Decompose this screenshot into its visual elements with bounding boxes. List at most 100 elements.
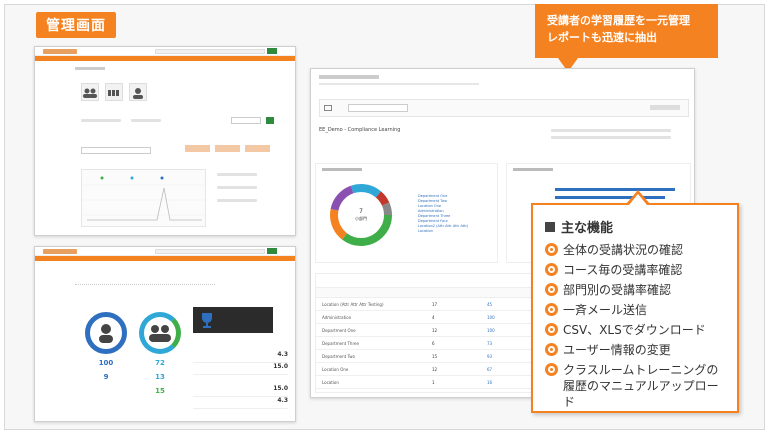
dept-table: Location (Attr Attr Attr Testing) 17 45 Adm… xyxy=(315,273,540,393)
stat1-value: 100 xyxy=(98,359,114,367)
report-select[interactable] xyxy=(81,147,151,154)
dept-name-cell: Department Two xyxy=(322,353,355,359)
table-row: Department Two 15 93 xyxy=(316,350,539,363)
rate-cell: 45 xyxy=(487,301,493,307)
count-cell: 4 xyxy=(432,314,435,320)
feature-item-label: CSV、XLSでダウンロード xyxy=(563,323,706,337)
table-row: Administration 4 100 xyxy=(316,311,539,324)
report-heading xyxy=(319,75,379,79)
alert-badge-3 xyxy=(245,145,270,152)
percent-list: 4.3 15.0 15.0 4.3 xyxy=(193,351,288,409)
report-toolbar xyxy=(319,99,689,117)
search-input[interactable] xyxy=(155,249,265,254)
page-title: 管理画面 xyxy=(36,12,116,38)
user-icon xyxy=(99,324,113,343)
percent-row-3: 15.0 xyxy=(193,385,288,397)
top-learner-panel xyxy=(193,307,273,333)
dept-donut-chart xyxy=(330,184,392,246)
orange-nav-bar xyxy=(35,256,295,261)
donut-chart-2 xyxy=(139,312,181,354)
table-row: Location One 12 67 xyxy=(316,363,539,376)
search-go-button[interactable] xyxy=(267,248,277,254)
donut-center-value: 7 xyxy=(359,208,363,215)
monitor-icon xyxy=(324,105,332,111)
rate-cell: 16 xyxy=(487,379,493,385)
alert-badge-2 xyxy=(215,145,240,152)
logo xyxy=(43,249,77,254)
table-row: Location (Attr Attr Attr Testing) 17 45 xyxy=(316,298,539,311)
callout-line-2: レポートも迅速に抽出 xyxy=(547,31,657,44)
feature-box-tail-inner xyxy=(629,194,647,205)
feature-item: 部門別の受講率確認 xyxy=(545,282,725,298)
side-stats xyxy=(217,173,277,223)
donut-chart-1 xyxy=(85,312,127,354)
course-select[interactable] xyxy=(348,104,408,112)
groups-icon xyxy=(133,88,143,99)
users-tile[interactable] xyxy=(81,83,99,101)
feature-item-label: ユーザー情報の変更 xyxy=(563,343,671,357)
users-icon xyxy=(83,88,97,98)
stat2-value: 72 xyxy=(155,359,165,367)
search-input[interactable] xyxy=(155,49,265,54)
dashboard-heading xyxy=(75,67,105,70)
table-row: Location 1 16 xyxy=(316,376,539,389)
dept-name-cell: Location One xyxy=(322,366,349,372)
orange-bullet-icon xyxy=(545,303,558,316)
search-go-button[interactable] xyxy=(267,48,277,54)
table-title xyxy=(316,274,539,288)
rate-cell: 93 xyxy=(487,353,493,359)
logo xyxy=(43,49,77,54)
feature-item-label: クラスルームトレーニングの 履歴のマニュアルアップロード xyxy=(563,363,719,409)
dept-name-cell: Location xyxy=(322,379,339,385)
export-menu[interactable] xyxy=(650,105,680,110)
legend-item: Location xyxy=(418,229,433,233)
rate-cell: 67 xyxy=(487,366,493,372)
activity-line-chart xyxy=(82,176,207,221)
screenshot-overview: 100 9 72 13 15 4.3 15.0 15.0 4.3 xyxy=(34,246,296,422)
feature-title: 主な機能 xyxy=(545,217,725,236)
dept-name-cell: Location (Attr Attr Attr Testing) xyxy=(322,301,384,307)
stat2-sub2: 15 xyxy=(155,387,165,395)
orange-bullet-icon xyxy=(545,283,558,296)
timeline xyxy=(75,277,215,285)
donut-center-label: 小部門 xyxy=(355,216,367,221)
count-cell: 1 xyxy=(432,379,435,385)
courses-icon xyxy=(108,90,119,96)
percent-row-1: 4.3 xyxy=(193,351,288,363)
table-body: Location (Attr Attr Attr Testing) 17 45 Adm… xyxy=(316,298,539,389)
callout-line-1: 受講者の学習履歴を一元管理 xyxy=(547,14,690,27)
date-input[interactable] xyxy=(231,117,261,124)
count-cell: 15 xyxy=(432,353,438,359)
dept-performance-panel: 7 小部門 Department One Department Two Loca… xyxy=(315,163,498,263)
percent-row-2: 15.0 xyxy=(193,363,288,375)
square-bullet-icon xyxy=(545,221,555,232)
dept-name-cell: Department One xyxy=(322,327,356,333)
filter-go-button[interactable] xyxy=(266,117,274,124)
alert-badge-1 xyxy=(185,145,210,152)
feature-item-label: 一斉メール送信 xyxy=(563,303,648,317)
orange-nav-bar xyxy=(35,56,295,61)
feature-item: コース毎の受講率確認 xyxy=(545,262,725,278)
count-cell: 12 xyxy=(432,327,438,333)
shot1-topbar xyxy=(35,47,295,56)
count-cell: 6 xyxy=(432,340,435,346)
courses-tile[interactable] xyxy=(105,83,123,101)
feature-item-label: 部門別の受講率確認 xyxy=(563,283,672,297)
feature-item: クラスルームトレーニングの 履歴のマニュアルアップロード xyxy=(545,362,725,410)
stat1-sub: 9 xyxy=(103,373,109,381)
feature-item: CSV、XLSでダウンロード xyxy=(545,322,725,338)
percent-row-4: 4.3 xyxy=(193,397,288,409)
groups-tile[interactable] xyxy=(129,83,147,101)
dept-name-cell: Administration xyxy=(322,314,352,320)
orange-bullet-icon xyxy=(545,323,558,336)
rate-cell: 73 xyxy=(487,340,493,346)
dept-legend: Department One Department Two Location O… xyxy=(418,194,498,234)
filter-row xyxy=(81,117,276,124)
stat2-sub1: 13 xyxy=(155,373,165,381)
feature-title-text: 主な機能 xyxy=(561,221,614,236)
orange-bullet-icon xyxy=(545,243,558,256)
feature-item-label: コース毎の受講率確認 xyxy=(563,263,683,277)
orange-bullet-icon xyxy=(545,363,558,376)
course-stats xyxy=(551,129,691,145)
dept-name-cell: Department Three xyxy=(322,340,359,346)
